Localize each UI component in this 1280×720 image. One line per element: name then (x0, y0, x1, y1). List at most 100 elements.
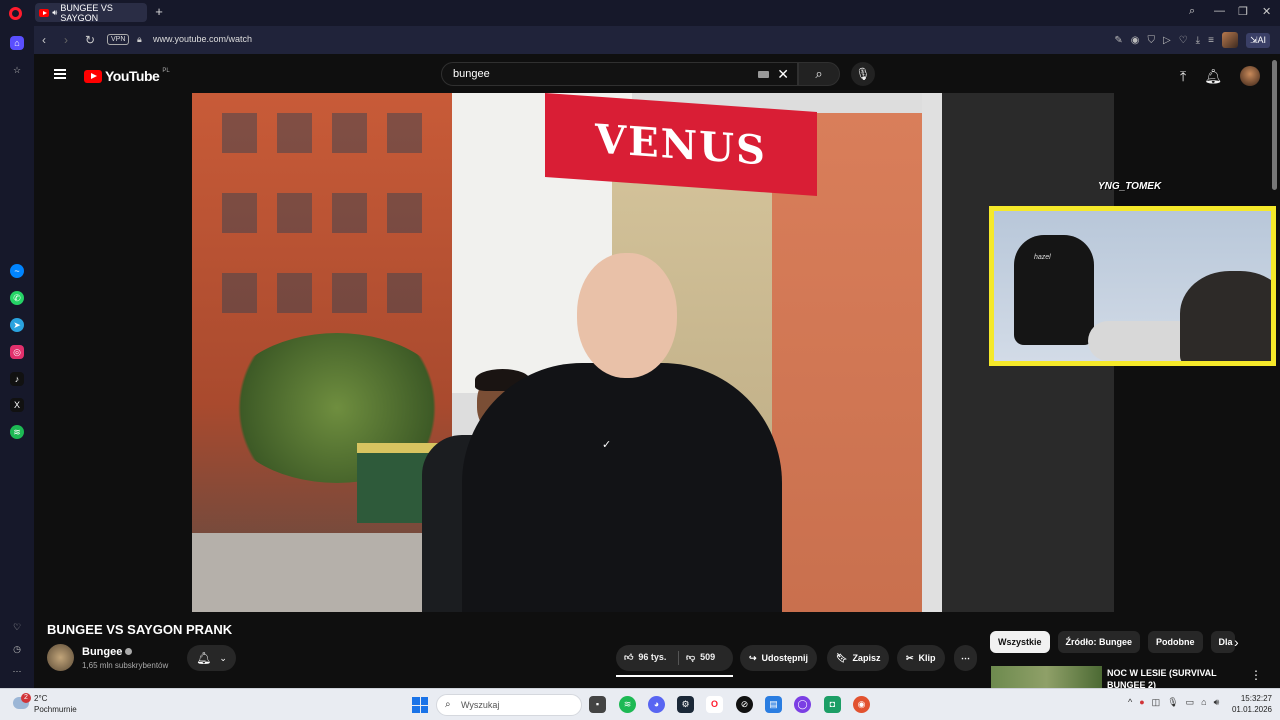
recommendation-title[interactable]: NOC W LESIE (SURVIVAL BUNGEE 2) (1107, 667, 1237, 688)
app-icon[interactable]: ⊘ (736, 696, 753, 713)
photos-icon[interactable]: ▤ (765, 696, 782, 713)
camera-icon[interactable]: ◉ (1131, 35, 1140, 46)
close-window-icon[interactable]: ✕ (1262, 5, 1271, 18)
app-icon-purple[interactable]: ◯ (794, 696, 811, 713)
steam-icon[interactable]: ⚙ (677, 696, 694, 713)
player-icon[interactable]: ▷ (1163, 35, 1171, 46)
country-code: PL (162, 68, 170, 74)
back-icon[interactable]: ‹ (42, 33, 46, 47)
vpn-badge[interactable]: VPN (107, 34, 130, 45)
opera-logo-icon[interactable] (9, 7, 22, 20)
instagram-icon[interactable]: ◎ (10, 345, 24, 359)
channel-name[interactable]: Bungee (82, 646, 133, 658)
tiktok-icon[interactable]: ♪ (10, 372, 24, 386)
chip-source-bungee[interactable]: Źródło: Bungee (1057, 631, 1141, 653)
youtube-play-icon (84, 69, 102, 83)
browser-toolbar: ✎ ◉ ⛉ ▷ ♡ ⤓ ≡ ⇲AI (1114, 32, 1270, 48)
spotify-icon[interactable]: ≋ (619, 696, 636, 713)
thumb-down-icon: 👎︎ (686, 652, 696, 662)
share-button[interactable]: ↪ Udostępnij (740, 645, 818, 671)
new-tab-button[interactable]: + (152, 5, 166, 19)
save-button[interactable]: 🔖︎ Zapisz (827, 645, 890, 671)
minimize-icon[interactable]: — (1214, 5, 1225, 17)
video-player[interactable]: VENUS ✓ (192, 93, 1114, 612)
whatsapp-icon[interactable]: ✆ (10, 291, 24, 305)
search-input[interactable]: bungee (453, 68, 490, 80)
clear-search-icon[interactable]: ✕ (777, 66, 789, 83)
url-field[interactable]: www.youtube.com/watch (153, 34, 252, 44)
snapshot-icon[interactable]: ✎ (1114, 35, 1122, 46)
speed-dial-icon[interactable]: ☆ (10, 63, 24, 77)
menu-icon[interactable]: ≡ (1208, 35, 1214, 46)
youtube-logo[interactable]: YouTube PL (84, 68, 170, 84)
messenger-icon[interactable]: ~ (10, 264, 24, 278)
mic-tray-icon[interactable]: 🎙︎ (1167, 697, 1178, 708)
more-sidebar-icon[interactable]: ⋯ (10, 664, 24, 678)
like-button[interactable]: 👍︎ 96 tys. (624, 652, 666, 663)
weather-condition[interactable]: Pochmurnie (34, 705, 77, 714)
display-icon[interactable]: ▭ (1186, 697, 1195, 708)
channel-avatar[interactable] (47, 644, 74, 671)
speaker-icon[interactable]: 🔊︎ (52, 8, 57, 18)
tray-chevron-icon[interactable]: ^ (1128, 697, 1132, 708)
upload-icon[interactable]: ⤒ (1180, 68, 1186, 85)
browser-tab[interactable]: 🔊︎ BUNGEE VS SAYGON (35, 3, 147, 23)
maximize-icon[interactable]: ❐ (1238, 5, 1248, 18)
tray-app-icon[interactable]: ◫ (1152, 697, 1161, 708)
volume-icon[interactable]: 🔊︎ (1214, 697, 1220, 708)
opera-taskbar-icon[interactable]: O (706, 696, 723, 713)
keyboard-icon[interactable] (758, 71, 769, 78)
app-icon-green[interactable]: ◘ (824, 696, 841, 713)
profile-avatar[interactable] (1221, 32, 1238, 48)
clock-time[interactable]: 15:32:27 (1236, 694, 1272, 703)
download-icon[interactable]: ⤓ (1196, 35, 1200, 46)
more-actions-button[interactable]: ⋯ (954, 645, 977, 671)
shield-icon[interactable]: ⛉ (1148, 35, 1156, 46)
recommendation-menu-icon[interactable]: ⋮ (1250, 668, 1262, 682)
reload-icon[interactable]: ↻ (85, 33, 95, 47)
dislike-button[interactable]: 👎︎ 509 (686, 652, 715, 663)
streamer-head (1180, 271, 1271, 361)
app-icon-orange[interactable]: ◉ (853, 696, 870, 713)
network-icon[interactable]: ⌂ (1201, 697, 1206, 708)
clock-date[interactable]: 01.01.2026 (1228, 705, 1272, 714)
account-avatar[interactable] (1240, 66, 1260, 86)
thumb-up-icon: 👍︎ (624, 652, 634, 662)
forward-icon[interactable]: › (64, 33, 68, 47)
aria-button[interactable]: ⇲AI (1245, 32, 1270, 48)
opera-sidebar: ⌂ ☆ ~ ✆ ➤ ◎ ♪ X ≋ ♡ ◷ ⋯ (0, 26, 34, 688)
chip-for-you[interactable]: Dla (1210, 631, 1235, 653)
lock-icon[interactable]: 🔒︎ (137, 34, 142, 45)
taskbar-search[interactable]: ⌕ Wyszukaj (436, 694, 582, 716)
x-twitter-icon[interactable]: X (10, 398, 24, 412)
share-label: Udostępnij (761, 653, 809, 663)
channel-name-text[interactable]: Bungee (82, 646, 122, 658)
browser-search-icon[interactable]: ⌕ (1189, 5, 1195, 18)
page-scrollbar[interactable] (1272, 60, 1277, 190)
clip-button[interactable]: ✂ Klip (897, 645, 945, 671)
recommendation-thumbnail[interactable] (991, 666, 1102, 688)
spotify-icon[interactable]: ≋ (10, 425, 24, 439)
favorites-icon[interactable]: ♡ (10, 620, 24, 634)
chips-next-icon[interactable]: › (1234, 634, 1239, 650)
tray-app-icon[interactable]: ● (1139, 697, 1144, 708)
taskbar-search-placeholder: Wyszukaj (461, 700, 500, 710)
discord-icon[interactable]: ◕ (648, 696, 665, 713)
voice-search-button[interactable]: 🎙︎ (851, 62, 875, 86)
home-icon[interactable]: ⌂ (10, 36, 24, 50)
youtube-favicon-icon (39, 8, 50, 17)
subscribed-button[interactable]: 🔔︎ ⌄ (187, 645, 236, 671)
windows-start-icon[interactable] (412, 697, 428, 713)
telegram-icon[interactable]: ➤ (10, 318, 24, 332)
hamburger-menu-icon[interactable] (54, 69, 66, 79)
search-box[interactable]: bungee ✕ (441, 62, 798, 86)
heart-icon[interactable]: ♡ (1179, 35, 1188, 46)
history-icon[interactable]: ◷ (10, 642, 24, 656)
chip-all[interactable]: Wszystkie (990, 631, 1050, 653)
chip-similar[interactable]: Podobne (1148, 631, 1203, 653)
subscriber-count: 1,65 mln subskrybentów (82, 661, 169, 670)
notifications-bell-icon[interactable]: 🔔︎ (1204, 68, 1222, 85)
weather-temperature[interactable]: 2°C (34, 694, 47, 703)
task-view-icon[interactable]: ▪ (589, 696, 606, 713)
search-button[interactable]: ⌕ (798, 62, 840, 86)
